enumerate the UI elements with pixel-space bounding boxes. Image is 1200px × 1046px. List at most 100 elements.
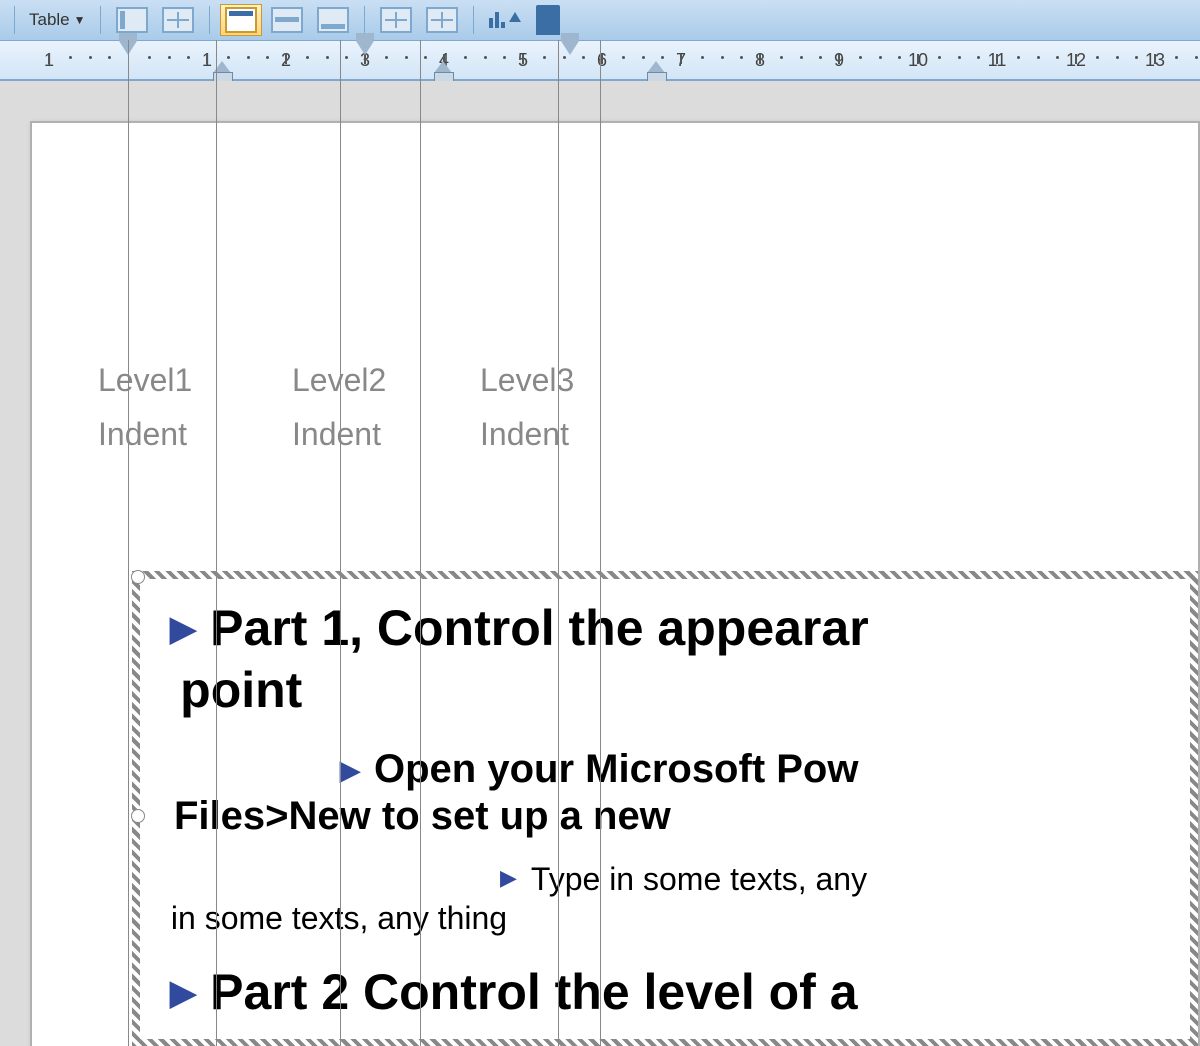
ruler-major-tick xyxy=(1154,54,1156,64)
insert-row-above-icon xyxy=(225,7,257,33)
ruler-minor-tick xyxy=(740,56,743,59)
bullet-icon: ▶ xyxy=(500,865,517,891)
ruler-minor-tick xyxy=(819,56,822,59)
level2-text-cont: Files>New to set up a new xyxy=(174,794,671,839)
table-menu[interactable]: Table ▼ xyxy=(23,5,92,35)
insert-row-above-button[interactable] xyxy=(220,4,262,36)
bullet-level3[interactable]: ▶ Type in some texts, any xyxy=(500,861,1190,898)
insert-row-middle-button[interactable] xyxy=(266,4,308,36)
merge-cells-button[interactable] xyxy=(111,4,153,36)
indent-guide-line xyxy=(420,40,421,1046)
toolbar-separator xyxy=(14,6,15,34)
ruler-minor-tick xyxy=(345,56,348,59)
ruler-minor-tick xyxy=(582,56,585,59)
ruler-minor-tick xyxy=(958,56,961,59)
ruler-minor-tick xyxy=(701,56,704,59)
ruler-minor-tick xyxy=(1116,56,1119,59)
ruler-minor-tick xyxy=(859,56,862,59)
toolbar-separator xyxy=(473,6,474,34)
ruler-minor-tick xyxy=(89,56,92,59)
bullet-level3-cont[interactable]: ▶ in some texts, any thing xyxy=(140,900,1190,937)
ruler-major-tick xyxy=(285,54,287,64)
ruler-major-tick xyxy=(838,54,840,64)
bullet-icon: ▶ xyxy=(170,973,196,1013)
first-line-indent-marker[interactable] xyxy=(561,41,579,55)
indent-guide-line xyxy=(600,40,601,1046)
ruler-minor-tick xyxy=(326,56,329,59)
ruler-minor-tick xyxy=(503,56,506,59)
insert-row-middle-icon xyxy=(271,7,303,33)
split-cells-icon xyxy=(162,7,194,33)
slide-page: Level1IndentLevel2IndentLevel3Indent ▶ P… xyxy=(30,121,1200,1046)
toolbar-separator xyxy=(209,6,210,34)
bullet-level1-part2[interactable]: ▶ Part 2 Control the level of a xyxy=(170,963,1190,1021)
split-cells-button[interactable] xyxy=(157,4,199,36)
sort-icon xyxy=(489,12,521,28)
ruler-minor-tick xyxy=(1017,56,1020,59)
ruler-minor-tick xyxy=(247,56,250,59)
indent-word-text: Indent xyxy=(480,407,574,461)
distribute-cols-icon xyxy=(426,7,458,33)
bullet-level1[interactable]: ▶ Part 1, Control the appearar xyxy=(170,599,1190,657)
indent-level-text: Level1 xyxy=(98,353,192,407)
ruler-minor-tick xyxy=(306,56,309,59)
indent-level-text: Level3 xyxy=(480,353,574,407)
ruler-minor-tick xyxy=(879,56,882,59)
indent-label: Level3Indent xyxy=(480,353,574,462)
ruler-minor-tick xyxy=(227,56,230,59)
ruler-minor-tick xyxy=(938,56,941,59)
indent-guide-line xyxy=(558,40,559,1046)
sort-button[interactable] xyxy=(484,4,526,36)
bullet-level2[interactable]: ▶ Open your Microsoft Pow xyxy=(340,747,1190,792)
ruler-minor-tick xyxy=(898,56,901,59)
toolbar-separator xyxy=(100,6,101,34)
insert-row-below-icon xyxy=(317,7,349,33)
ruler-minor-tick xyxy=(484,56,487,59)
ruler-major-tick xyxy=(1075,54,1077,64)
ruler-minor-tick xyxy=(622,56,625,59)
distribute-rows-icon xyxy=(380,7,412,33)
ruler-minor-tick xyxy=(148,56,151,59)
placeholder-content: ▶ Part 1, Control the appearar ▶ point ▶… xyxy=(140,579,1190,1021)
ruler-major-tick xyxy=(759,54,761,64)
ruler-minor-tick xyxy=(661,56,664,59)
bullet-icon: ▶ xyxy=(340,755,360,786)
ruler-minor-tick xyxy=(1175,56,1178,59)
text-placeholder[interactable]: ▶ Part 1, Control the appearar ▶ point ▶… xyxy=(132,571,1198,1046)
first-line-indent-marker[interactable] xyxy=(356,41,374,55)
resize-handle-top-left[interactable] xyxy=(131,570,145,584)
ruler-major-tick xyxy=(522,54,524,64)
ruler-minor-tick xyxy=(108,56,111,59)
bullet-level1-cont[interactable]: ▶ point xyxy=(140,661,1190,719)
toolbar-separator xyxy=(364,6,365,34)
ruler-minor-tick xyxy=(168,56,171,59)
ruler-minor-tick xyxy=(1135,56,1138,59)
table-menu-label: Table xyxy=(29,10,70,30)
ruler-minor-tick xyxy=(780,56,783,59)
distribute-cols-button[interactable] xyxy=(421,4,463,36)
ruler-major-tick xyxy=(917,54,919,64)
ruler-minor-tick xyxy=(543,56,546,59)
ruler-minor-tick xyxy=(385,56,388,59)
level1-text-part2: Part 2 Control the level of a xyxy=(210,963,857,1021)
ruler-major-tick xyxy=(996,54,998,64)
ruler-major-tick xyxy=(601,54,603,64)
dropdown-icon: ▼ xyxy=(74,13,86,27)
insert-row-below-button[interactable] xyxy=(312,4,354,36)
ruler-minor-tick xyxy=(187,56,190,59)
level1-text-cont: point xyxy=(180,661,302,719)
ruler-major-tick xyxy=(680,54,682,64)
merge-cells-icon xyxy=(116,7,148,33)
toolbar-options-button[interactable] xyxy=(536,5,560,35)
ruler-minor-tick xyxy=(1096,56,1099,59)
resize-handle-mid-left[interactable] xyxy=(131,809,145,823)
indent-label: Level1Indent xyxy=(98,353,192,462)
ruler-minor-tick xyxy=(69,56,72,59)
bullet-level2-cont[interactable]: ▶ Files>New to set up a new xyxy=(140,794,1190,839)
indent-guide-line xyxy=(128,40,129,1046)
ruler-minor-tick xyxy=(1056,56,1059,59)
indent-guide-line xyxy=(340,40,341,1046)
distribute-rows-button[interactable] xyxy=(375,4,417,36)
ruler-major-tick xyxy=(206,54,208,64)
level1-text: Part 1, Control the appearar xyxy=(210,599,869,657)
